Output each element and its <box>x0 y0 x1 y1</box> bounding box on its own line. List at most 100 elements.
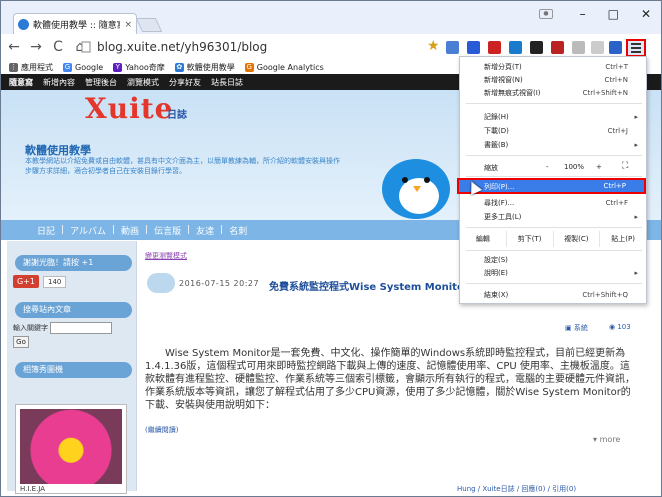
photo-caption: H.I.E.JA <box>20 485 46 493</box>
nav-guestbook[interactable]: 伝言版 <box>154 224 181 237</box>
gplus-widget: G+1 140 <box>13 275 136 288</box>
page-icon <box>81 41 91 53</box>
yahoo-icon: Y <box>113 62 123 72</box>
nav-sep: | <box>220 225 224 235</box>
tab-close-icon[interactable]: × <box>124 20 132 30</box>
bookmark-apps[interactable]: ⋮ 應用程式 <box>9 62 53 73</box>
read-more-link[interactable]: (繼續閱讀) <box>145 425 178 435</box>
back-button[interactable]: ← <box>5 39 23 55</box>
menu-new-window[interactable]: 新增視窗(N) Ctrl+N <box>460 74 646 86</box>
extension-q-icon[interactable] <box>530 41 543 54</box>
menu-help[interactable]: 說明(E) ▸ <box>460 267 646 279</box>
copy-button[interactable]: 複製(C) <box>552 231 600 247</box>
blog-description: 本教學網站以介紹免費或自由軟體，甚具有中文介面為主，以簡單教練為輔，所介紹的軟體… <box>25 157 340 175</box>
close-window-button[interactable]: ✕ <box>641 7 651 21</box>
cut-button[interactable]: 剪下(T) <box>505 231 553 247</box>
nav-album[interactable]: アルバム <box>70 224 106 237</box>
new-tab-button[interactable] <box>135 18 163 32</box>
window-controls: – □ ✕ <box>580 7 651 21</box>
print-label: 列印(P)... <box>484 183 515 191</box>
logo-subtitle: 日誌 <box>167 110 187 121</box>
zoom-out-button[interactable]: - <box>546 163 549 171</box>
search-label: 輸入關鍵字 <box>13 324 48 332</box>
search-input[interactable] <box>50 322 112 334</box>
extension-flag-icon[interactable] <box>591 41 604 54</box>
zoom-in-button[interactable]: + <box>596 163 602 171</box>
menu-downloads[interactable]: 下載(D) Ctrl+J <box>460 125 646 137</box>
menu-bookmarks[interactable]: 書籤(B) ▸ <box>460 139 646 151</box>
reload-button[interactable]: C <box>49 39 67 55</box>
extension-translate-icon[interactable] <box>446 41 459 54</box>
gplus-button[interactable]: G+1 <box>13 275 39 288</box>
zoom-row: 縮放 - 100% + ⛶ <box>460 160 646 174</box>
post-category[interactable]: ▣ 系統 <box>565 323 588 333</box>
edit-row: 編輯 剪下(T) 複製(C) 貼上(P) <box>460 231 646 247</box>
post-title[interactable]: 免費系統監控程式Wise System Monitor <box>269 278 469 293</box>
minimize-button[interactable]: – <box>580 7 586 21</box>
menu-more-tools[interactable]: 更多工具(L) ▸ <box>460 211 646 223</box>
post-date: 2016-07-15 20:27 <box>179 279 260 288</box>
extension-s-icon[interactable] <box>509 41 522 54</box>
bookmark-analytics[interactable]: G Google Analytics <box>244 62 324 72</box>
menu-find[interactable]: 尋找(F)... Ctrl+F <box>460 197 646 209</box>
bird-illustration <box>382 159 450 219</box>
menu-settings[interactable]: 設定(S) <box>460 254 646 266</box>
post-body: Wise System Monitor是一套免費、中文化、操作簡單的Window… <box>145 348 635 411</box>
site-link-new[interactable]: 新增內容 <box>43 77 75 88</box>
browser-window: 軟體使用教學 :: 隨意窩 Xu × ● – □ ✕ ← → C ⌂ blog.… <box>0 0 662 497</box>
site-brand[interactable]: 隨意窩 <box>9 77 33 88</box>
search-go-button[interactable]: Go <box>13 336 29 348</box>
gplus-count: 140 <box>43 275 67 288</box>
profile-icon[interactable]: ● <box>539 9 553 19</box>
view-mode-link[interactable]: 變更瀏覽模式 <box>145 251 187 261</box>
menu-incognito[interactable]: 新增無痕式視窗(I) Ctrl+Shift+N <box>460 87 646 99</box>
gallery-heading: 相簿秀圖機 <box>15 362 132 378</box>
menu-new-tab[interactable]: 新增分頁(T) Ctrl+T <box>460 61 646 73</box>
apps-icon: ⋮ <box>9 62 18 72</box>
menu-history[interactable]: 記錄(H) ▸ <box>460 111 646 123</box>
site-link-admin[interactable]: 管理後台 <box>85 77 117 88</box>
bookmark-yahoo[interactable]: Y Yahoo奇摩 <box>113 62 165 73</box>
extension-gear-icon[interactable] <box>572 41 585 54</box>
nav-friends[interactable]: 友達 <box>196 224 214 237</box>
zoom-label: 縮放 <box>484 164 498 172</box>
fullscreen-icon[interactable]: ⛶ <box>622 161 628 171</box>
nav-diary[interactable]: 日記 <box>37 224 55 237</box>
menu-exit[interactable]: 結束(X) Ctrl+Shift+Q <box>460 289 646 301</box>
site-link-share[interactable]: 分享好友 <box>169 77 201 88</box>
menu-print[interactable]: 列印(P)... Ctrl+P <box>457 178 646 194</box>
extension-play-icon[interactable] <box>551 41 564 54</box>
address-bar[interactable]: blog.xuite.net/yh96301/blog <box>81 37 441 57</box>
chrome-menu-button[interactable] <box>626 39 646 57</box>
gallery-photo[interactable]: H.I.E.JA <box>15 404 127 494</box>
thanks-heading: 謝謝光臨！請按 +1 <box>15 255 132 271</box>
site-link-log[interactable]: 站長日誌 <box>211 77 243 88</box>
nav-video[interactable]: 動画 <box>121 224 139 237</box>
extension-blue-icon[interactable] <box>609 41 622 54</box>
url-text[interactable]: blog.xuite.net/yh96301/blog <box>97 40 267 54</box>
bookmark-google[interactable]: G Google <box>63 62 103 72</box>
xuite-logo[interactable]: Xuite <box>85 92 173 125</box>
edit-label: 編輯 <box>475 235 490 243</box>
maximize-button[interactable]: □ <box>608 7 619 21</box>
cloud-icon <box>147 273 175 293</box>
chrome-menu: 新增分頁(T) Ctrl+T 新增視窗(N) Ctrl+N 新增無痕式視窗(I) Ct… <box>457 56 647 304</box>
browser-tab[interactable]: 軟體使用教學 :: 隨意窩 Xu × <box>13 13 137 35</box>
nav-sep: | <box>187 225 191 235</box>
xuite-icon: ✿ <box>174 62 184 72</box>
more-link[interactable]: ▾ more <box>593 435 620 444</box>
site-link-mode[interactable]: 瀏覽模式 <box>127 77 159 88</box>
bookmark-star-icon[interactable]: ★ <box>427 38 440 54</box>
analytics-icon: G <box>244 62 254 72</box>
paste-button[interactable]: 貼上(P) <box>599 231 646 247</box>
extension-icon[interactable] <box>467 41 480 54</box>
sidebar: 謝謝光臨！請按 +1 G+1 140 搜尋站內文章 輸入關鍵字 Go 相簿秀圖機… <box>7 241 137 494</box>
bookmark-xuite[interactable]: ✿ 軟體使用教學 <box>174 62 235 73</box>
forward-button[interactable]: → <box>27 39 45 55</box>
extension-pdf-icon[interactable] <box>488 41 501 54</box>
google-icon: G <box>63 62 72 72</box>
nav-card[interactable]: 名刺 <box>229 224 247 237</box>
nav-sep: | <box>145 225 149 235</box>
post-footer[interactable]: Hung / Xuite日誌 / 回應(0) / 引用(0) <box>457 484 576 494</box>
flower-image <box>20 409 122 484</box>
